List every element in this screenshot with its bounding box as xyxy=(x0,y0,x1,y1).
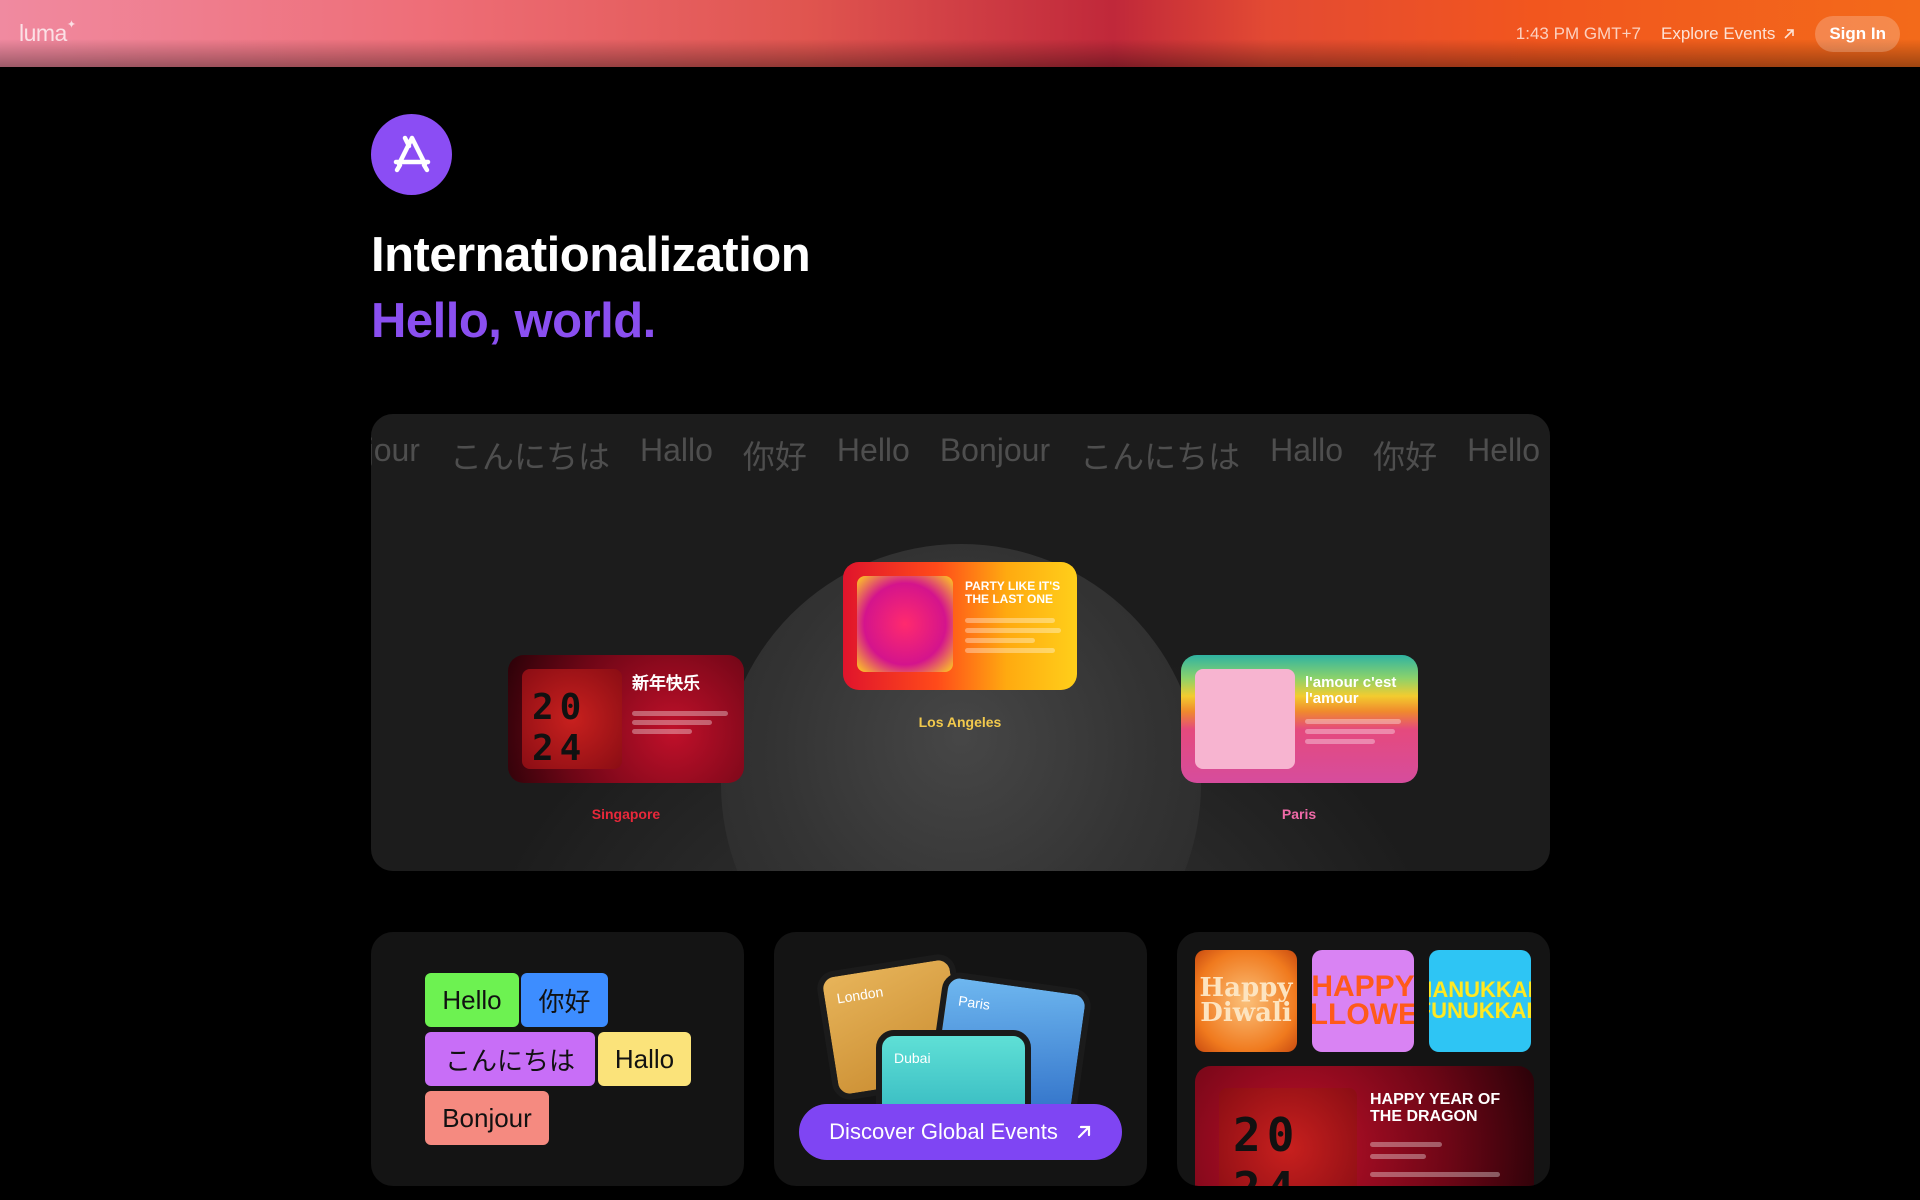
text-placeholder-bar xyxy=(632,720,712,725)
greeting-word: Hallo xyxy=(1270,432,1344,468)
photo-label-dubai: Dubai xyxy=(894,1050,931,1066)
greeting-word: Hallo xyxy=(639,432,713,468)
text-placeholder-bar xyxy=(1370,1142,1442,1147)
greeting-chip-hello: Hello xyxy=(425,973,519,1027)
text-placeholder-bar xyxy=(965,638,1035,643)
greeting-word: Bonjour xyxy=(939,432,1051,468)
logo-star-icon: ✦ xyxy=(66,19,76,32)
page-subtitle: Hello, world. xyxy=(371,294,656,348)
greeting-chip-bonjour: Bonjour xyxy=(425,1091,549,1145)
holiday-card-hanukkah[interactable]: HANUKKAH FUNUKKAH xyxy=(1429,950,1531,1052)
event-card-los-angeles[interactable]: PARTY LIKE IT'S THE LAST ONE xyxy=(843,562,1077,690)
header-actions: 1:43 PM GMT+7 Explore Events Sign In xyxy=(1516,0,1900,67)
luma-logo[interactable]: luma✦ xyxy=(19,19,76,47)
city-label-singapore: Singapore xyxy=(591,806,661,822)
greeting-word: onjour xyxy=(371,432,420,468)
greeting-word: Hello xyxy=(1467,432,1540,468)
text-placeholder-bar xyxy=(965,648,1055,653)
event-thumbnail: 2024 xyxy=(1219,1088,1357,1186)
event-thumbnail xyxy=(857,576,953,672)
explore-events-label: Explore Events xyxy=(1660,23,1776,43)
text-placeholder-bar xyxy=(1305,729,1395,734)
photo-label-paris: Paris xyxy=(957,992,992,1013)
city-label-los-angeles: Los Angeles xyxy=(918,714,1002,730)
global-events-tile: London Paris Dubai Discover Global Event… xyxy=(774,932,1147,1186)
event-thumbnail xyxy=(1195,669,1295,769)
photo-label-london: London xyxy=(835,983,885,1007)
event-title: 新年快乐 xyxy=(632,674,700,693)
arrow-up-right-icon xyxy=(1077,1125,1090,1139)
arrow-up-right-icon xyxy=(1784,28,1795,39)
global-map-panel: onjour こんにちは Hallo 你好 Hello Bonjour こんにち… xyxy=(371,414,1550,871)
app-store-glyph-icon xyxy=(393,135,430,172)
greeting-chip-hallo: Hallo xyxy=(598,1032,691,1086)
greeting-word: こんにちは xyxy=(449,439,610,475)
text-placeholder-bar xyxy=(632,729,692,734)
text-placeholder-bar xyxy=(1305,719,1401,724)
text-placeholder-bar xyxy=(632,711,728,716)
event-card-paris[interactable]: l'amour c'est l'amour xyxy=(1181,655,1418,783)
year-artwork: 2024 xyxy=(1233,1108,1301,1186)
holiday-card-diwali[interactable]: Happy Diwali xyxy=(1195,950,1297,1052)
holidays-tile: Happy Diwali HAPPY HALLOWEEN HANUKKAH FU… xyxy=(1177,932,1550,1186)
current-time: 1:43 PM GMT+7 xyxy=(1515,23,1641,43)
greeting-word: 你好 xyxy=(742,439,807,475)
greeting-marquee: onjour こんにちは Hallo 你好 Hello Bonjour こんにち… xyxy=(371,432,1540,478)
event-title: HAPPY YEAR OF THE DRAGON xyxy=(1370,1091,1501,1125)
text-placeholder-bar xyxy=(1305,739,1375,744)
city-label-paris: Paris xyxy=(1281,806,1317,822)
event-thumbnail: 2024 xyxy=(522,669,622,769)
event-card-singapore[interactable]: 20 24 新年快乐 xyxy=(508,655,744,783)
year-artwork: 2024 xyxy=(532,687,588,769)
discover-global-events-button[interactable]: Discover Global Events xyxy=(799,1104,1122,1160)
greeting-chip-nihao: 你好 xyxy=(521,973,608,1027)
text-placeholder-bar xyxy=(965,618,1055,623)
top-navigation-bar: luma✦ 1:43 PM GMT+7 Explore Events Sign … xyxy=(0,0,1920,67)
explore-events-link[interactable]: Explore Events xyxy=(1661,24,1795,44)
event-title: PARTY LIKE IT'S THE LAST ONE xyxy=(965,579,1061,606)
greeting-word: Hello xyxy=(836,432,910,468)
event-title: l'amour c'est l'amour xyxy=(1305,674,1397,707)
sign-in-button[interactable]: Sign In xyxy=(1815,15,1900,52)
holiday-card-halloween[interactable]: HAPPY HALLOWEEN xyxy=(1312,950,1414,1052)
greeting-word: 你好 xyxy=(1373,439,1438,475)
discover-button-label: Discover Global Events xyxy=(829,1119,1058,1144)
greeting-word: こんにちは xyxy=(1080,439,1241,475)
app-store-icon xyxy=(371,114,452,195)
greetings-tile: Hello 你好 こんにちは Hallo Bonjour xyxy=(371,932,744,1186)
page-title: Internationalization xyxy=(371,228,811,282)
text-placeholder-bar xyxy=(1370,1172,1500,1177)
event-card-year-of-dragon[interactable]: 2024 HAPPY YEAR OF THE DRAGON xyxy=(1195,1066,1534,1186)
text-placeholder-bar xyxy=(1370,1154,1426,1159)
greeting-chip-konnichiwa: こんにちは xyxy=(425,1032,595,1086)
logo-text: luma xyxy=(19,20,67,46)
text-placeholder-bar xyxy=(965,628,1061,633)
